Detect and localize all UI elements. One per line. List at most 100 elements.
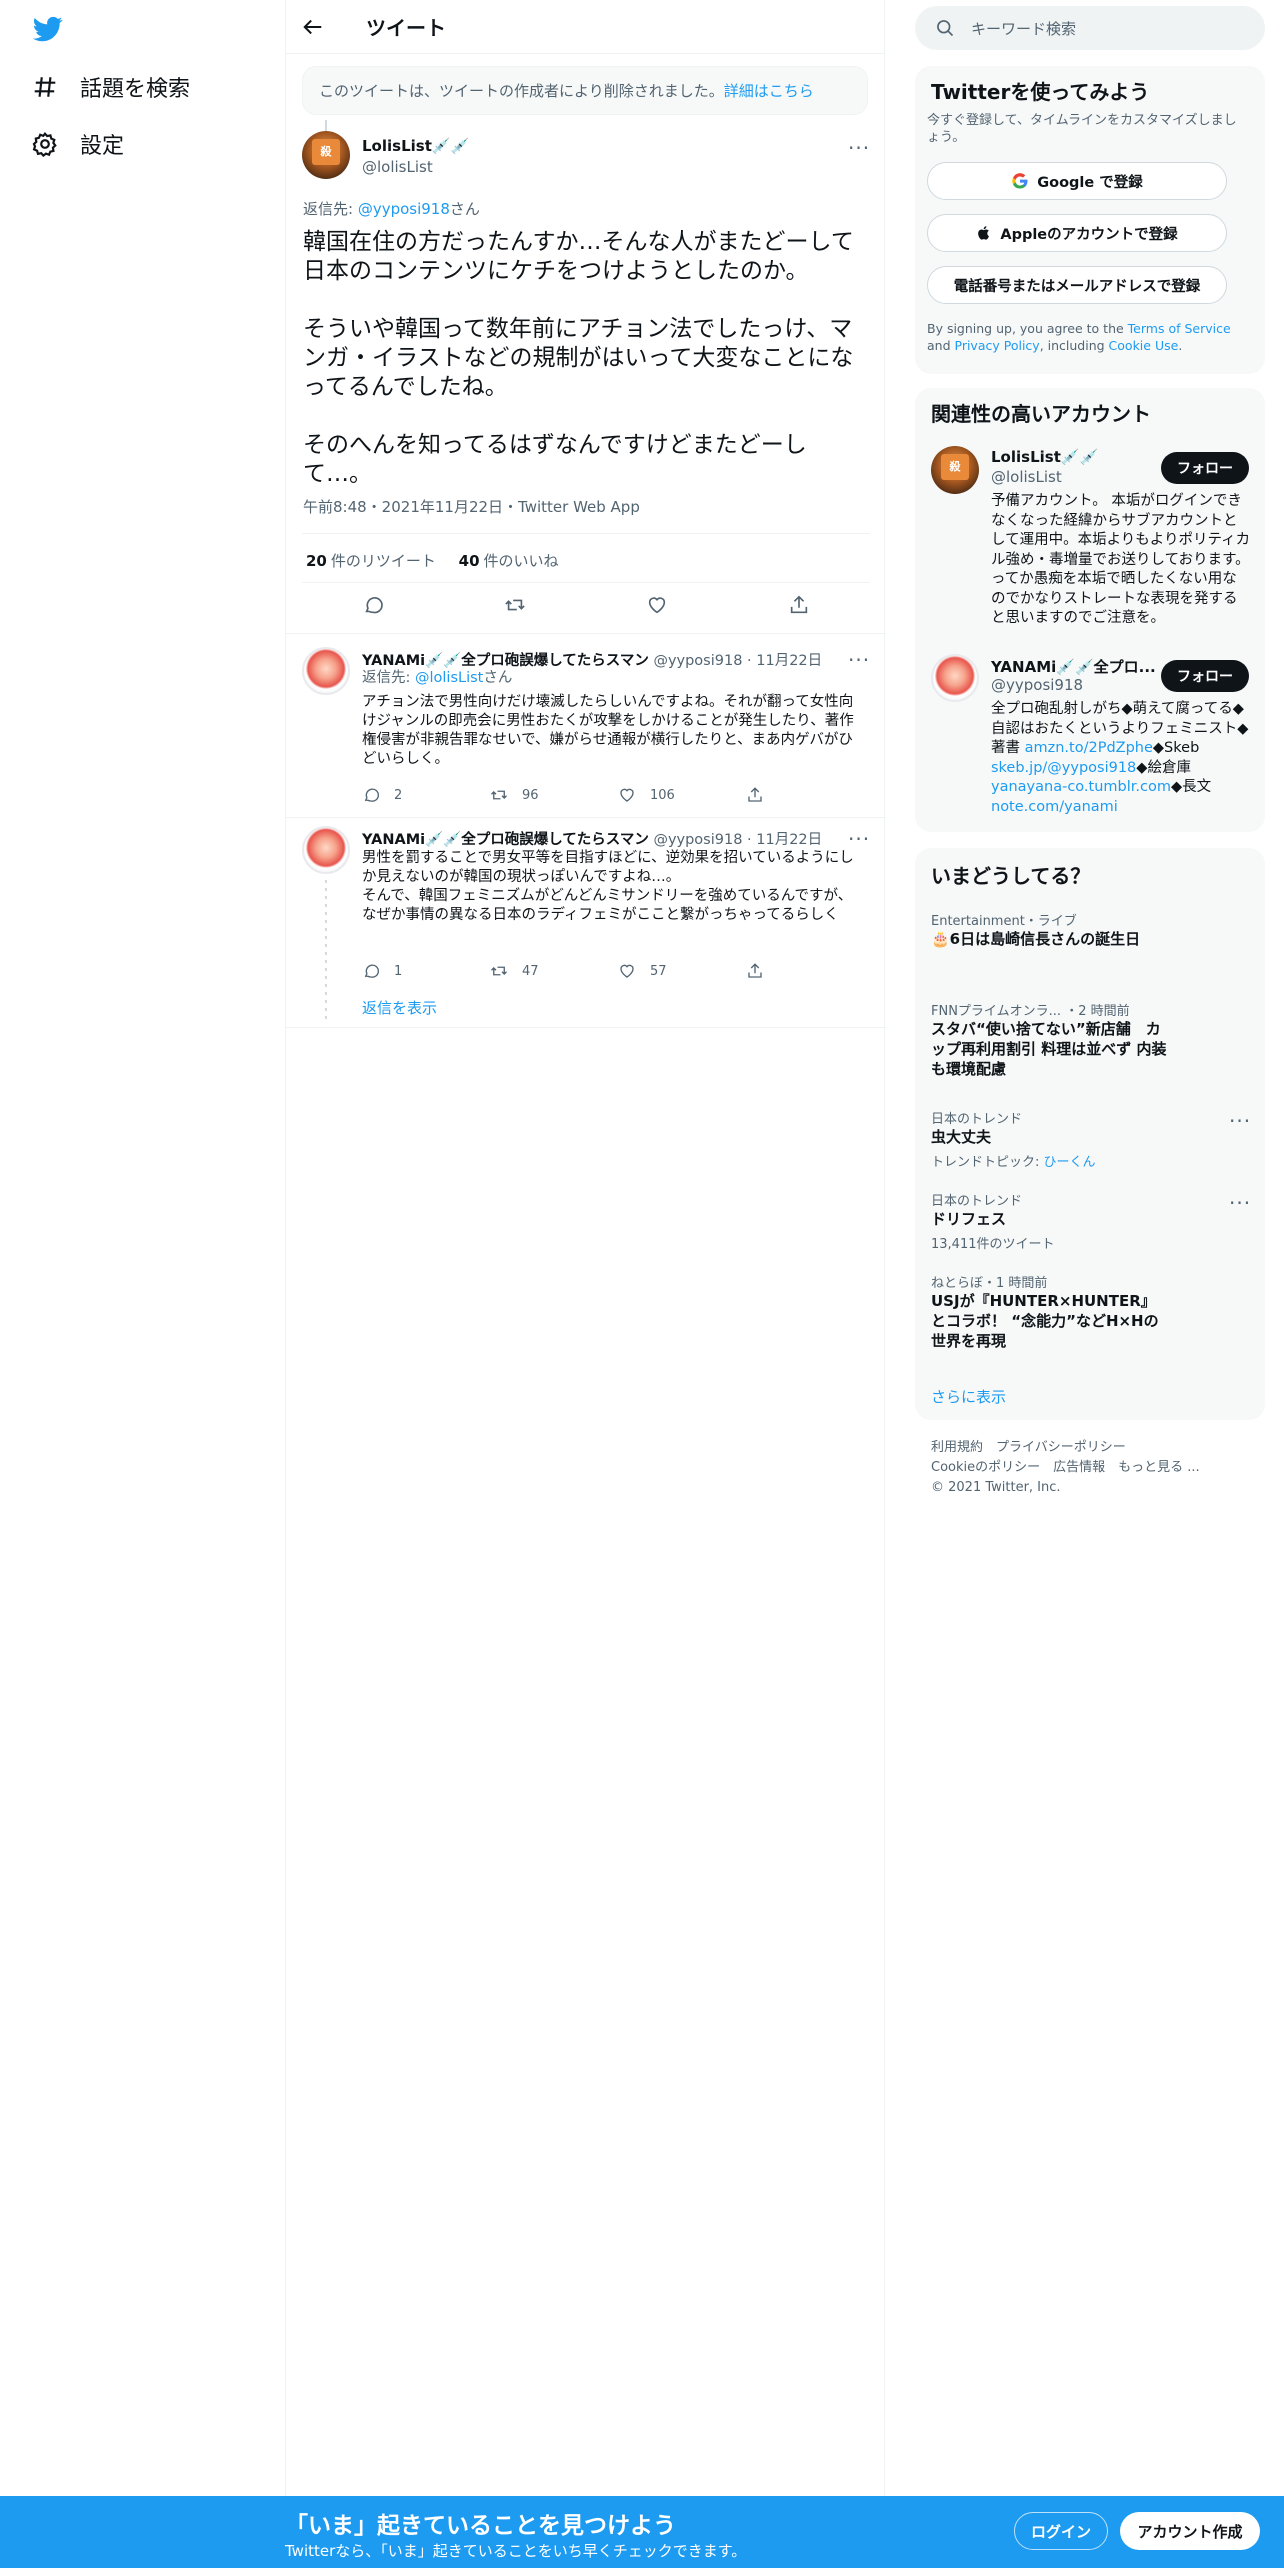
related-account-handle[interactable]: @lolisList <box>991 468 1062 486</box>
nav-explore[interactable]: 話題を検索 <box>32 65 190 109</box>
like-button[interactable]: 57 <box>618 962 746 980</box>
divider <box>286 817 886 818</box>
phone-signup-button[interactable]: 電話番号またはメールアドレスで登録 <box>927 266 1227 304</box>
reply-icon[interactable] <box>362 594 384 616</box>
privacy-policy-link[interactable]: Privacy Policy <box>955 338 1040 353</box>
reply-button[interactable]: 2 <box>362 786 490 804</box>
reply-button[interactable]: 1 <box>362 962 490 980</box>
cookie-use-link[interactable]: Cookie Use <box>1109 338 1179 353</box>
left-nav: 話題を検索 設定 <box>0 0 285 2496</box>
bio-link[interactable]: yanayana-co.tumblr.com <box>991 779 1171 795</box>
center-column: ツイート このツイートは、ツイートの作成者により削除されました。詳細はこちら 殺… <box>285 0 886 2496</box>
terms-text: and <box>927 338 955 353</box>
trend-extra: 13,411件のツイート <box>931 1237 1055 1252</box>
google-signup-button[interactable]: Google で登録 <box>927 162 1227 200</box>
like-icon <box>620 964 634 978</box>
reply-author-name: YANAMi💉💉全プロ砲誤爆してたらスマン <box>362 832 649 848</box>
more-icon[interactable]: ··· <box>1229 1193 1250 1213</box>
related-account-handle[interactable]: @yyposi918 <box>991 676 1083 694</box>
trend-item[interactable]: Entertainment・ライブ 🎂6日は島崎信長さんの誕生日 <box>931 910 1231 949</box>
share-button[interactable] <box>746 786 874 804</box>
create-account-button[interactable]: アカウント作成 <box>1120 2512 1260 2550</box>
trend-context: FNNプライムオンラ... ・2 時間前 <box>931 1004 1130 1019</box>
retweet-button[interactable]: 96 <box>490 786 618 804</box>
reply-author-handle: @yyposi918 · 11月22日 <box>653 832 823 848</box>
avatar[interactable]: 殺 <box>302 131 350 179</box>
gear-icon <box>32 132 57 157</box>
terms-text: . <box>1178 338 1183 353</box>
related-account-name[interactable]: YANAMi💉💉全プロ... <box>991 656 1156 677</box>
reply-author-line[interactable]: YANAMi💉💉全プロ砲誤爆してたらスマン @yyposi918 · 11月22… <box>362 649 822 670</box>
reply-author-line[interactable]: YANAMi💉💉全プロ砲誤爆してたらスマン @yyposi918 · 11月22… <box>362 828 822 849</box>
divider <box>302 582 870 583</box>
divider <box>286 633 886 634</box>
divider <box>302 533 870 534</box>
related-account-name[interactable]: LolisList💉💉 <box>991 448 1098 466</box>
footer-links[interactable]: Cookieのポリシー 広告情報 もっと見る ... <box>931 1458 1200 1478</box>
twitter-logo-icon[interactable] <box>30 14 66 44</box>
reply-icon <box>364 788 379 802</box>
tweet-text: 韓国在住の方だったんすか…そんな人がまたどーして日本のコンテンツにケチをつけよう… <box>303 229 854 487</box>
bio-link[interactable]: skeb.jp/@yyposi918 <box>991 760 1136 776</box>
tweet-author-name[interactable]: LolisList💉💉 <box>362 137 469 155</box>
phone-signup-label: 電話番号またはメールアドレスで登録 <box>953 278 1201 295</box>
avatar[interactable] <box>931 654 979 702</box>
more-icon[interactable]: ··· <box>848 138 869 158</box>
retweets-stat[interactable]: 20 件のリツイート <box>306 552 436 570</box>
bio-link[interactable]: note.com/yanami <box>991 799 1118 815</box>
reply-author-handle: @yyposi918 · 11月22日 <box>653 653 823 669</box>
apple-signup-button[interactable]: Appleのアカウントで登録 <box>927 214 1227 252</box>
retweet-icon[interactable] <box>504 594 526 616</box>
more-icon[interactable]: ··· <box>848 650 869 670</box>
trend-item[interactable]: 日本のトレンド ドリフェス 13,411件のツイート <box>931 1190 1231 1252</box>
google-icon <box>1012 173 1028 189</box>
avatar-image: 殺 <box>941 454 969 480</box>
reply-to-link[interactable]: @lolisList <box>415 670 483 686</box>
reply-count: 2 <box>394 787 403 803</box>
trend-context: Entertainment・ライブ <box>931 914 1077 929</box>
avatar[interactable] <box>302 647 350 695</box>
footer-links[interactable]: 利用規約 プライバシーポリシー <box>931 1438 1200 1458</box>
nav-settings[interactable]: 設定 <box>32 122 124 166</box>
terms-of-service-link[interactable]: Terms of Service <box>1128 321 1231 336</box>
likes-stat[interactable]: 40 件のいいね <box>459 552 559 570</box>
follow-button[interactable]: フォロー <box>1161 660 1249 692</box>
like-count: 106 <box>650 787 675 803</box>
deleted-notice-link[interactable]: 詳細はこちら <box>724 82 814 100</box>
tweet-meta[interactable]: 午前8:48・2021年11月22日・Twitter Web App <box>303 496 640 517</box>
show-more-link[interactable]: さらに表示 <box>931 1386 1006 1407</box>
like-count: 57 <box>650 963 667 979</box>
nav-settings-label: 設定 <box>80 134 125 159</box>
more-icon[interactable]: ··· <box>1229 1111 1250 1131</box>
share-icon[interactable] <box>788 594 810 616</box>
login-button[interactable]: ログイン <box>1014 2512 1108 2550</box>
trend-topic-link[interactable]: ひーくん <box>1044 1155 1096 1170</box>
hashtag-icon <box>34 77 56 97</box>
show-replies-link[interactable]: 返信を表示 <box>362 999 860 1018</box>
search-bar[interactable]: キーワード検索 <box>915 6 1265 50</box>
related-account-bio: 全プロ砲乱射しがち◆萌えて腐ってる◆自認はおたくというよりフェミニスト◆著書 a… <box>991 700 1251 817</box>
reply-to-link[interactable]: @yyposi918 <box>358 200 450 218</box>
trend-item[interactable]: 日本のトレンド 虫大丈夫 トレンドトピック: ひーくん <box>931 1108 1231 1170</box>
back-arrow-icon[interactable] <box>302 16 324 38</box>
signup-banner: 「いま」起きていることを見つけよう Twitterなら、「いま」起きていることを… <box>0 2496 1284 2568</box>
banner-headline: 「いま」起きていることを見つけよう <box>285 2513 676 2539</box>
more-icon[interactable]: ··· <box>848 829 869 849</box>
trend-context: ねとらぼ・1 時間前 <box>931 1276 1048 1291</box>
like-button[interactable]: 106 <box>618 786 746 804</box>
share-button[interactable] <box>746 962 874 980</box>
avatar[interactable]: 殺 <box>931 446 979 494</box>
retweet-button[interactable]: 47 <box>490 962 618 980</box>
google-signup-label: Google で登録 <box>1037 174 1143 191</box>
reply-text: 男性を罰することで男女平等を目指すほどに、逆効果を招いているようにしか見えないの… <box>362 850 854 923</box>
follow-button[interactable]: フォロー <box>1161 452 1249 484</box>
trend-item[interactable]: FNNプライムオンラ... ・2 時間前 スタバ“使い捨てない”新店舗 カップ再… <box>931 1000 1171 1079</box>
like-icon[interactable] <box>646 594 668 616</box>
tweet-author-handle[interactable]: @lolisList <box>362 158 433 176</box>
avatar[interactable] <box>302 826 350 874</box>
page-title: ツイート <box>366 16 446 40</box>
copyright: © 2021 Twitter, Inc. <box>931 1480 1061 1495</box>
trend-item[interactable]: ねとらぼ・1 時間前 USJが『HUNTER×HUNTER』とコラボ！ “念能力… <box>931 1272 1167 1351</box>
bio-link[interactable]: amzn.to/2PdZphe <box>1025 740 1153 756</box>
trend-context: 日本のトレンド <box>931 1112 1023 1127</box>
